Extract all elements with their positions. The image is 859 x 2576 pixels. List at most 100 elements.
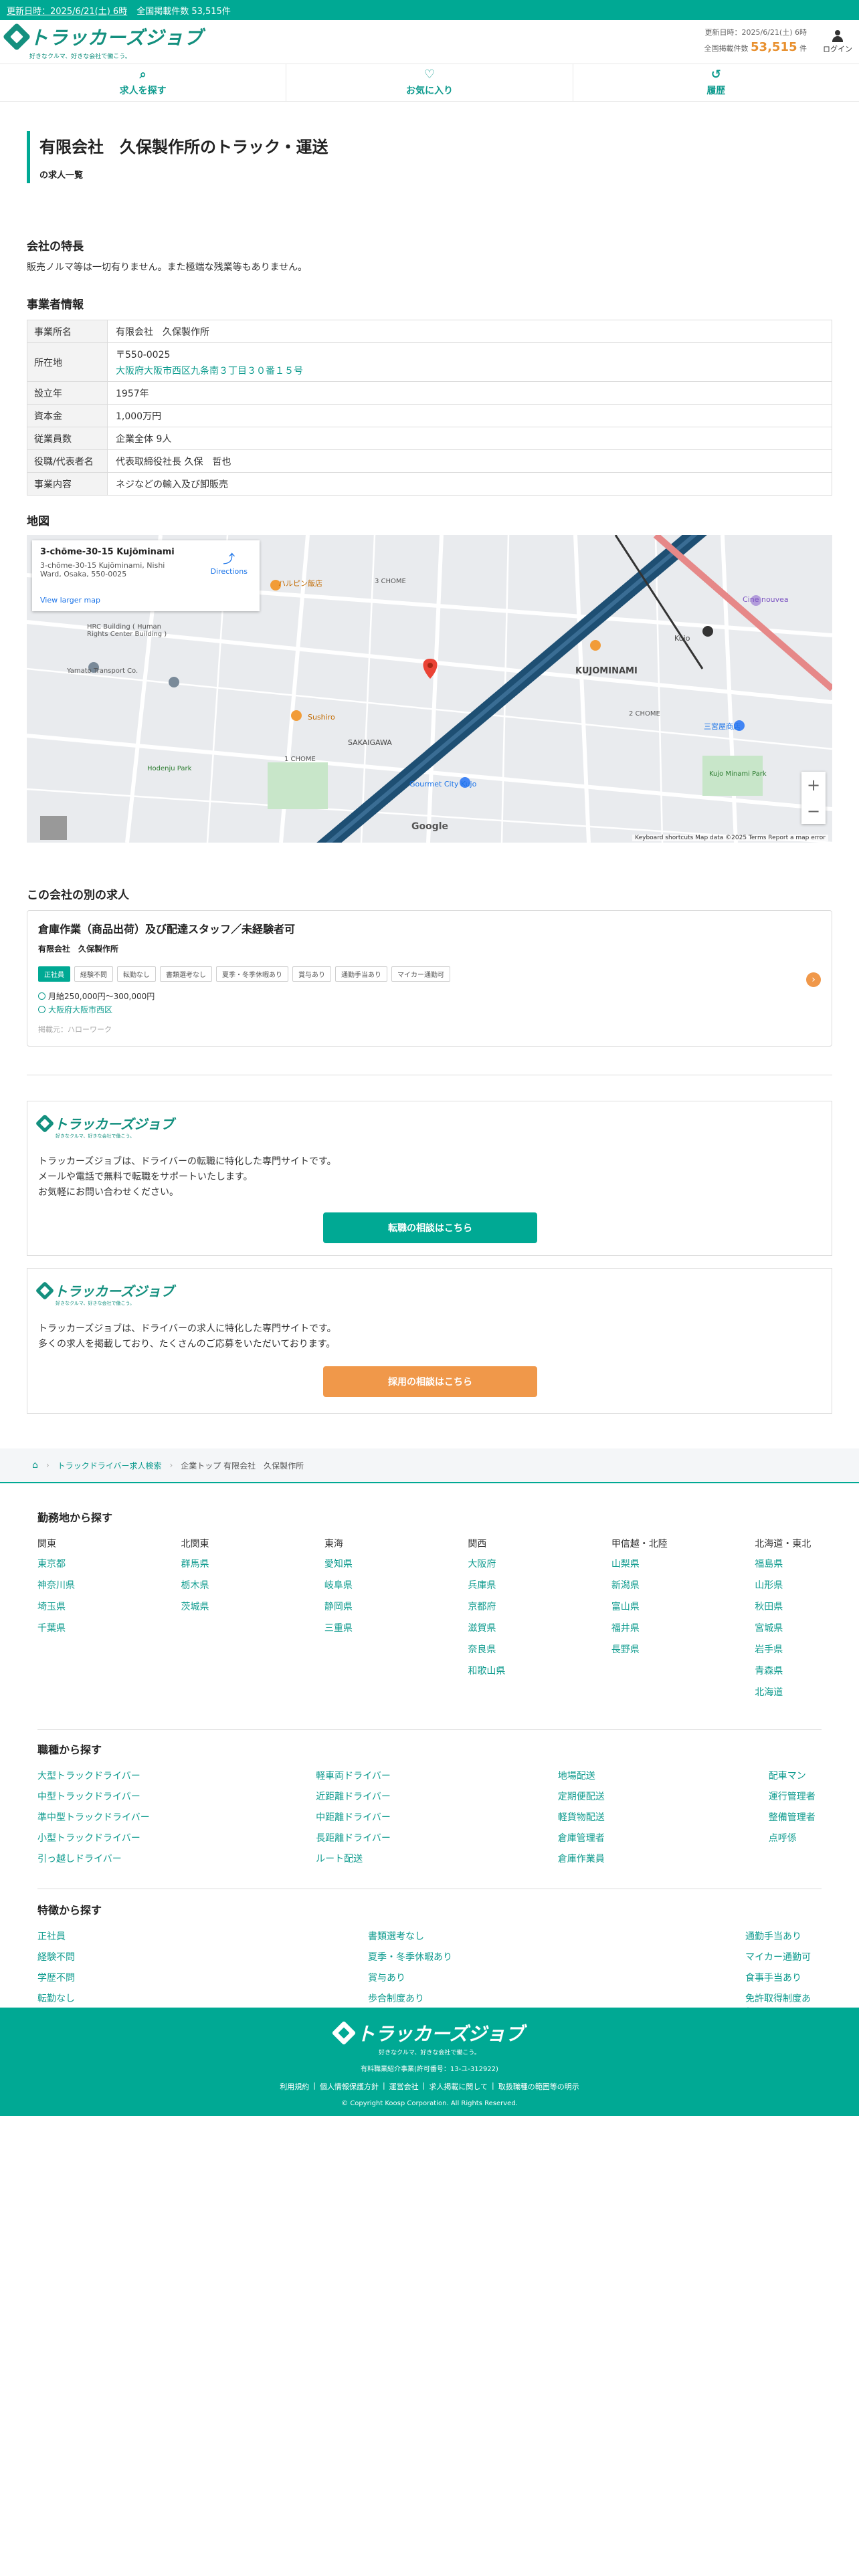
divider <box>37 1729 822 1730</box>
pref-link[interactable]: 山形県 <box>755 1578 822 1592</box>
hiring-consult-button[interactable]: 採用の相談はこちら <box>323 1366 537 1397</box>
job-type-link[interactable]: 小型トラックドライバー <box>37 1831 316 1844</box>
map-embed[interactable]: 3-chōme-30-15 Kujōminami 3-chōme-30-15 K… <box>27 535 832 843</box>
job-type-link[interactable]: 引っ越しドライバー <box>37 1852 316 1865</box>
pref-link[interactable]: 福井県 <box>611 1621 755 1634</box>
pref-link[interactable]: 宮城県 <box>755 1621 822 1634</box>
login-button[interactable]: ログイン <box>823 29 852 54</box>
search-icon: ⌕ <box>139 67 147 82</box>
feature-link[interactable]: 夏季・冬季休暇あり <box>368 1950 745 1963</box>
pref-link[interactable]: 静岡県 <box>324 1600 468 1613</box>
pref-link[interactable]: 兵庫県 <box>468 1578 611 1592</box>
job-type-link[interactable]: 近距離ドライバー <box>316 1790 558 1803</box>
footer-logo[interactable]: トラッカーズジョブ <box>331 2020 524 2046</box>
region-hokkaido-tohoku: 北海道・東北 福島県 山形県 秋田県 宮城県 岩手県 青森県 北海道 <box>755 1537 822 1707</box>
job-card[interactable]: 倉庫作業（商品出荷）及び配達スタッフ／未経験者可 有限会社 久保製作所 正社員 … <box>27 910 832 1047</box>
job-type-link[interactable]: 地場配送 <box>558 1769 769 1782</box>
feature-link[interactable]: 食事手当あり <box>745 1971 819 1984</box>
pref-link[interactable]: 京都府 <box>468 1600 611 1613</box>
footer-link[interactable]: 運営会社 <box>389 2081 419 2092</box>
breadcrumb-link[interactable]: トラックドライバー求人検索 <box>58 1460 162 1471</box>
table-row: 資本金 1,000万円 <box>27 404 832 427</box>
job-type-link[interactable]: 長距離ドライバー <box>316 1831 558 1844</box>
feature-link[interactable]: 賞与あり <box>368 1971 745 1984</box>
feature-link[interactable]: 通勤手当あり <box>745 1929 819 1943</box>
footer-link[interactable]: 求人掲載に関して <box>429 2081 488 2092</box>
nav-search[interactable]: ⌕ 求人を探す <box>0 64 287 101</box>
pref-link[interactable]: 和歌山県 <box>468 1664 611 1677</box>
pref-link[interactable]: 青森県 <box>755 1664 822 1677</box>
zoom-in-button[interactable]: + <box>807 776 820 794</box>
job-type-link[interactable]: 倉庫管理者 <box>558 1831 769 1844</box>
job-type-col: 配車マン 運行管理者 整備管理者 点呼係 <box>769 1769 822 1872</box>
career-consult-button[interactable]: 転職の相談はこちら <box>323 1212 537 1243</box>
pref-link[interactable]: 福島県 <box>755 1557 822 1570</box>
feature-link[interactable]: 歩合制度あり <box>368 1992 745 2005</box>
footer-link[interactable]: 個人情報保護方針 <box>320 2081 379 2092</box>
footer-link[interactable]: 利用規約 <box>280 2081 309 2092</box>
job-type-link[interactable]: 中距離ドライバー <box>316 1810 558 1824</box>
pref-link[interactable]: 大阪府 <box>468 1557 611 1570</box>
pref-link[interactable]: 茨城県 <box>181 1600 324 1613</box>
job-type-link[interactable]: 配車マン <box>769 1769 822 1782</box>
job-type-link[interactable]: 倉庫作業員 <box>558 1852 769 1865</box>
pref-link[interactable]: 群馬県 <box>181 1557 324 1570</box>
pref-link[interactable]: 神奈川県 <box>37 1578 181 1592</box>
pref-link[interactable]: 北海道 <box>755 1685 822 1699</box>
feature-link[interactable]: 学歴不問 <box>37 1971 368 1984</box>
location-icon <box>38 1006 45 1014</box>
nav-history[interactable]: ↺ 履歴 <box>573 64 859 101</box>
pref-link[interactable]: 東京都 <box>37 1557 181 1570</box>
job-type-col: 大型トラックドライバー 中型トラックドライバー 準中型トラックドライバー 小型ト… <box>37 1769 316 1872</box>
table-row: 事業内容 ネジなどの輸入及び卸販売 <box>27 472 832 496</box>
job-type-link[interactable]: 運行管理者 <box>769 1790 822 1803</box>
job-tag: 賞与あり <box>292 966 331 982</box>
breadcrumb: ⌂ › トラックドライバー求人検索 › 企業トップ 有限会社 久保製作所 <box>0 1448 859 1483</box>
job-tag: 書類選考なし <box>160 966 212 982</box>
view-larger-map-link[interactable]: View larger map <box>40 596 100 605</box>
footer-link[interactable]: 取扱職種の範囲等の明示 <box>498 2081 579 2092</box>
job-type-link[interactable]: 大型トラックドライバー <box>37 1769 316 1782</box>
job-type-link[interactable]: 軽貨物配送 <box>558 1810 769 1824</box>
feature-link[interactable]: 正社員 <box>37 1929 368 1943</box>
address-link[interactable]: 大阪府大阪市西区九条南３丁目３０番１５号 <box>116 364 824 377</box>
pref-link[interactable]: 山梨県 <box>611 1557 755 1570</box>
job-tag: 転勤なし <box>117 966 156 982</box>
job-type-link[interactable]: 整備管理者 <box>769 1810 822 1824</box>
feature-link[interactable]: 転勤なし <box>37 1992 368 2005</box>
pref-link[interactable]: 岩手県 <box>755 1642 822 1656</box>
chevron-right-icon[interactable]: › <box>806 972 821 987</box>
job-tag: 夏季・冬季休暇あり <box>216 966 288 982</box>
job-type-link[interactable]: ルート配送 <box>316 1852 558 1865</box>
pref-link[interactable]: 三重県 <box>324 1621 468 1634</box>
directions-button[interactable]: ⤴ Directions <box>211 550 248 576</box>
feature-link[interactable]: 経験不問 <box>37 1950 368 1963</box>
pref-link[interactable]: 栃木県 <box>181 1578 324 1592</box>
map-attribution[interactable]: Keyboard shortcuts Map data ©2025 Terms … <box>632 835 828 841</box>
main-nav: ⌕ 求人を探す ♡ お気に入り ↺ 履歴 <box>0 64 859 102</box>
directions-icon: ⤴ <box>223 552 235 566</box>
pref-link[interactable]: 新潟県 <box>611 1578 755 1592</box>
pref-link[interactable]: 富山県 <box>611 1600 755 1613</box>
pref-link[interactable]: 埼玉県 <box>37 1600 181 1613</box>
pref-link[interactable]: 長野県 <box>611 1642 755 1656</box>
pref-link[interactable]: 奈良県 <box>468 1642 611 1656</box>
zoom-out-button[interactable]: − <box>807 802 820 821</box>
pref-link[interactable]: 滋賀県 <box>468 1621 611 1634</box>
home-icon[interactable]: ⌂ <box>32 1460 38 1471</box>
pref-link[interactable]: 秋田県 <box>755 1600 822 1613</box>
feature-link[interactable]: マイカー通勤可 <box>745 1950 819 1963</box>
pref-link[interactable]: 千葉県 <box>37 1621 181 1634</box>
job-type-link[interactable]: 準中型トラックドライバー <box>37 1810 316 1824</box>
site-logo[interactable]: トラッカーズジョブ 好きなクルマ、好きな会社で働こう。 <box>2 22 203 60</box>
pref-link[interactable]: 愛知県 <box>324 1557 468 1570</box>
nav-favorites[interactable]: ♡ お気に入り <box>286 64 573 101</box>
job-type-link[interactable]: 中型トラックドライバー <box>37 1790 316 1803</box>
job-type-link[interactable]: 定期便配送 <box>558 1790 769 1803</box>
table-row: 設立年 1957年 <box>27 381 832 405</box>
job-type-link[interactable]: 点呼係 <box>769 1831 822 1844</box>
pref-link[interactable]: 岐阜県 <box>324 1578 468 1592</box>
job-type-link[interactable]: 軽車両ドライバー <box>316 1769 558 1782</box>
feature-link[interactable]: 書類選考なし <box>368 1929 745 1943</box>
business-heading: 事業者情報 <box>27 298 84 312</box>
